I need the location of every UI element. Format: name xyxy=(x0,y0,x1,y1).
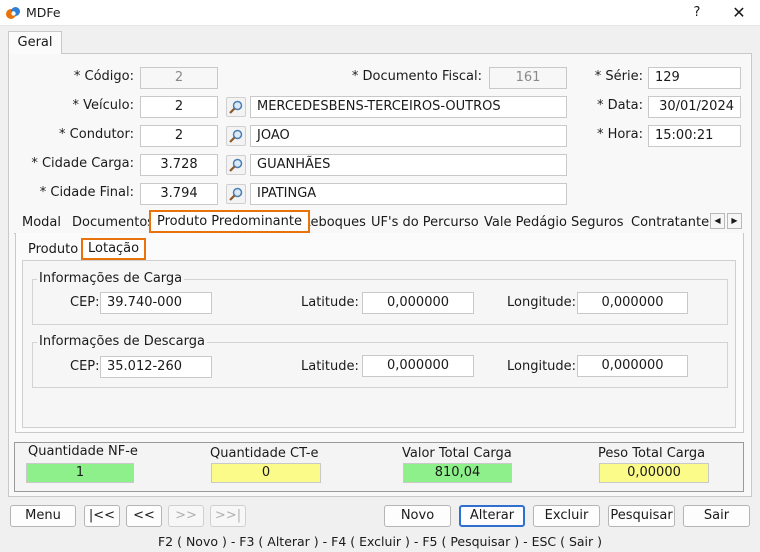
descarga-group-title: Informações de Descarga xyxy=(37,334,207,349)
hora-label: * Hora: xyxy=(596,127,643,142)
tab-ufs-percurso[interactable]: UF's do Percurso xyxy=(365,213,485,234)
quantidade-cte-label: Quantidade CT-e xyxy=(210,446,319,461)
tab-scroll-right-button[interactable]: ▶ xyxy=(727,213,742,229)
window-title: MDFe xyxy=(26,5,61,20)
cidade-carga-name-field[interactable]: GUANHÃES xyxy=(250,154,567,176)
tab-vale-pedagio[interactable]: Vale Pedágio xyxy=(478,213,573,234)
next-record-button[interactable]: >> xyxy=(168,505,204,527)
hora-field[interactable]: 15:00:21 xyxy=(648,125,741,147)
title-bar xyxy=(0,0,760,26)
cidade-final-name-field[interactable]: IPATINGA xyxy=(250,183,567,205)
descarga-longitude-label: Longitude: xyxy=(507,359,577,374)
close-button[interactable]: ✕ xyxy=(728,3,750,23)
carga-latitude-field[interactable]: 0,000000 xyxy=(362,292,474,314)
carga-longitude-field[interactable]: 0,000000 xyxy=(577,292,688,314)
quantidade-cte-value: 0 xyxy=(211,463,321,483)
descarga-latitude-field[interactable]: 0,000000 xyxy=(362,355,474,377)
carga-cep-field[interactable]: 39.740-000 xyxy=(100,292,212,314)
carga-longitude-label: Longitude: xyxy=(507,295,577,310)
excluir-button[interactable]: Excluir xyxy=(533,505,600,527)
quantidade-nfe-value: 1 xyxy=(26,463,134,483)
carga-cep-label: CEP: xyxy=(70,295,100,310)
veiculo-name-field[interactable]: MERCEDESBENS-TERCEIROS-OUTROS xyxy=(250,96,567,118)
sair-button[interactable]: Sair xyxy=(683,505,750,527)
condutor-code-field[interactable]: 2 xyxy=(140,125,218,147)
menu-button[interactable]: Menu xyxy=(10,505,76,527)
codigo-label: * Código: xyxy=(73,69,134,84)
subtab-produto[interactable]: Produto xyxy=(23,240,83,261)
carga-group-title: Informações de Carga xyxy=(37,271,185,286)
valor-total-label: Valor Total Carga xyxy=(402,446,512,461)
documento-fiscal-label: * Documento Fiscal: xyxy=(351,69,482,84)
data-label: * Data: xyxy=(596,98,643,113)
magnifier-icon xyxy=(229,158,243,172)
serie-field[interactable]: 129 xyxy=(648,67,741,89)
magnifier-icon xyxy=(229,100,243,114)
app-logo-icon xyxy=(6,7,20,19)
tab-geral[interactable]: Geral xyxy=(8,31,62,54)
descarga-cep-label: CEP: xyxy=(70,359,100,374)
tab-contratantes[interactable]: Contratantes xyxy=(625,213,709,234)
previous-record-button[interactable]: << xyxy=(126,505,162,527)
serie-label: * Série: xyxy=(594,69,643,84)
tab-modal[interactable]: Modal xyxy=(16,213,67,234)
keyboard-shortcuts-hint: F2 ( Novo ) - F3 ( Alterar ) - F4 ( Excl… xyxy=(157,534,603,549)
quantidade-nfe-label: Quantidade NF-e xyxy=(28,444,138,459)
documento-fiscal-field: 161 xyxy=(489,67,567,89)
novo-button[interactable]: Novo xyxy=(384,505,451,527)
condutor-search-button[interactable] xyxy=(226,126,246,146)
magnifier-icon xyxy=(229,129,243,143)
descarga-latitude-label: Latitude: xyxy=(301,359,359,374)
first-record-button[interactable]: |<< xyxy=(84,505,120,527)
descarga-longitude-field[interactable]: 0,000000 xyxy=(577,355,688,377)
cidade-carga-search-button[interactable] xyxy=(226,155,246,175)
data-field[interactable]: 30/01/2024 xyxy=(648,96,741,118)
tab-scroll-left-button[interactable]: ◀ xyxy=(710,213,725,229)
magnifier-icon xyxy=(229,187,243,201)
cidade-final-search-button[interactable] xyxy=(226,184,246,204)
last-record-button[interactable]: >>| xyxy=(210,505,246,527)
help-button[interactable]: ? xyxy=(686,3,708,23)
valor-total-value: 810,04 xyxy=(403,463,512,483)
veiculo-code-field[interactable]: 2 xyxy=(140,96,218,118)
tab-documentos[interactable]: Documentos xyxy=(66,213,160,234)
peso-total-label: Peso Total Carga xyxy=(598,446,706,461)
tab-produto-predominante[interactable]: Produto Predominante xyxy=(149,210,310,233)
condutor-label: * Condutor: xyxy=(59,127,134,142)
cidade-final-label: * Cidade Final: xyxy=(39,185,134,200)
pesquisar-button[interactable]: Pesquisar xyxy=(608,505,675,527)
peso-total-value: 0,00000 xyxy=(599,463,709,483)
veiculo-label: * Veículo: xyxy=(72,98,134,113)
veiculo-search-button[interactable] xyxy=(226,97,246,117)
descarga-cep-field[interactable]: 35.012-260 xyxy=(100,356,212,378)
subtab-lotacao[interactable]: Lotação xyxy=(81,238,147,260)
condutor-name-field[interactable]: JOAO xyxy=(250,125,567,147)
cidade-final-code-field[interactable]: 3.794 xyxy=(140,183,218,205)
cidade-carga-label: * Cidade Carga: xyxy=(31,156,134,171)
alterar-button[interactable]: Alterar xyxy=(459,505,525,527)
tab-seguros[interactable]: Seguros xyxy=(565,213,630,234)
carga-latitude-label: Latitude: xyxy=(301,295,359,310)
cidade-carga-code-field[interactable]: 3.728 xyxy=(140,154,218,176)
codigo-field: 2 xyxy=(140,67,218,89)
